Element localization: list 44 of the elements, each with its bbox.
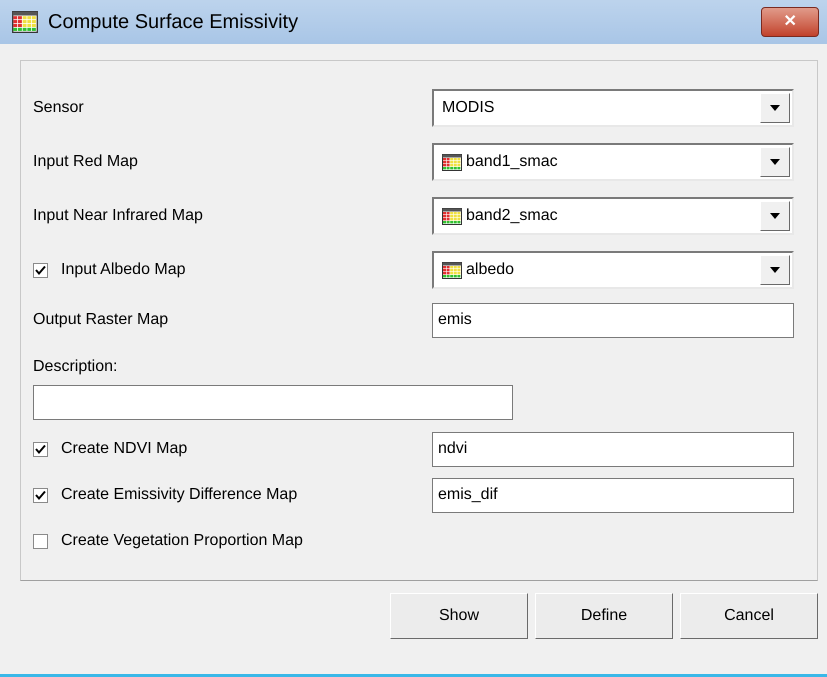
field-label: Sensor	[33, 98, 84, 118]
dialog-button[interactable]: Cancel	[680, 593, 818, 639]
checkbox[interactable]	[33, 262, 48, 278]
dropdown[interactable]: MODIS	[432, 89, 794, 127]
window-title: Compute Surface Emissivity	[48, 10, 300, 35]
raster-map-icon	[442, 154, 462, 170]
dialog-button[interactable]: Show	[390, 593, 528, 639]
checkbox[interactable]	[33, 442, 48, 456]
dropdown-value: albedo	[466, 260, 516, 280]
field-label: Input Red Map	[33, 152, 138, 172]
check-icon	[35, 264, 46, 276]
raster-map-icon	[10, 11, 40, 33]
raster-map-icon	[442, 262, 462, 278]
caret-icon	[770, 159, 780, 165]
dropdown-arrow-button[interactable]	[760, 147, 790, 177]
dialog-button[interactable]: Define	[535, 593, 673, 639]
field-label: Description:	[33, 357, 118, 377]
dropdown-arrow-button[interactable]	[760, 201, 790, 231]
caret-icon	[770, 105, 780, 111]
description-field[interactable]	[33, 385, 513, 420]
checkbox[interactable]	[33, 534, 48, 548]
checkbox[interactable]	[33, 488, 48, 502]
field-label: Output Raster Map	[33, 310, 168, 330]
raster-map-icon	[442, 208, 462, 224]
input-field[interactable]: emis_dif	[432, 478, 794, 512]
caret-icon	[770, 213, 780, 219]
dropdown[interactable]: band2_smac	[432, 197, 794, 235]
field-label: Create Vegetation Proportion Map	[61, 531, 303, 551]
field-label: Input Near Infrared Map	[33, 206, 203, 226]
check-icon	[35, 444, 46, 454]
check-icon	[35, 490, 46, 500]
dropdown-arrow-button[interactable]	[760, 255, 790, 285]
input-field[interactable]: emis	[432, 302, 794, 338]
field-label: Create NDVI Map	[61, 439, 188, 459]
dropdown-value: band2_smac	[466, 206, 559, 226]
dropdown[interactable]: albedo	[432, 251, 794, 289]
caret-icon	[770, 267, 780, 273]
field-label: Create Emissivity Difference Map	[61, 485, 298, 505]
dropdown-arrow-button[interactable]	[760, 93, 790, 123]
field-label: Input Albedo Map	[61, 260, 186, 280]
dropdown-value: band1_smac	[466, 152, 559, 172]
dropdown-value: MODIS	[442, 98, 496, 118]
input-field[interactable]: ndvi	[432, 432, 794, 466]
dropdown[interactable]: band1_smac	[432, 143, 794, 181]
